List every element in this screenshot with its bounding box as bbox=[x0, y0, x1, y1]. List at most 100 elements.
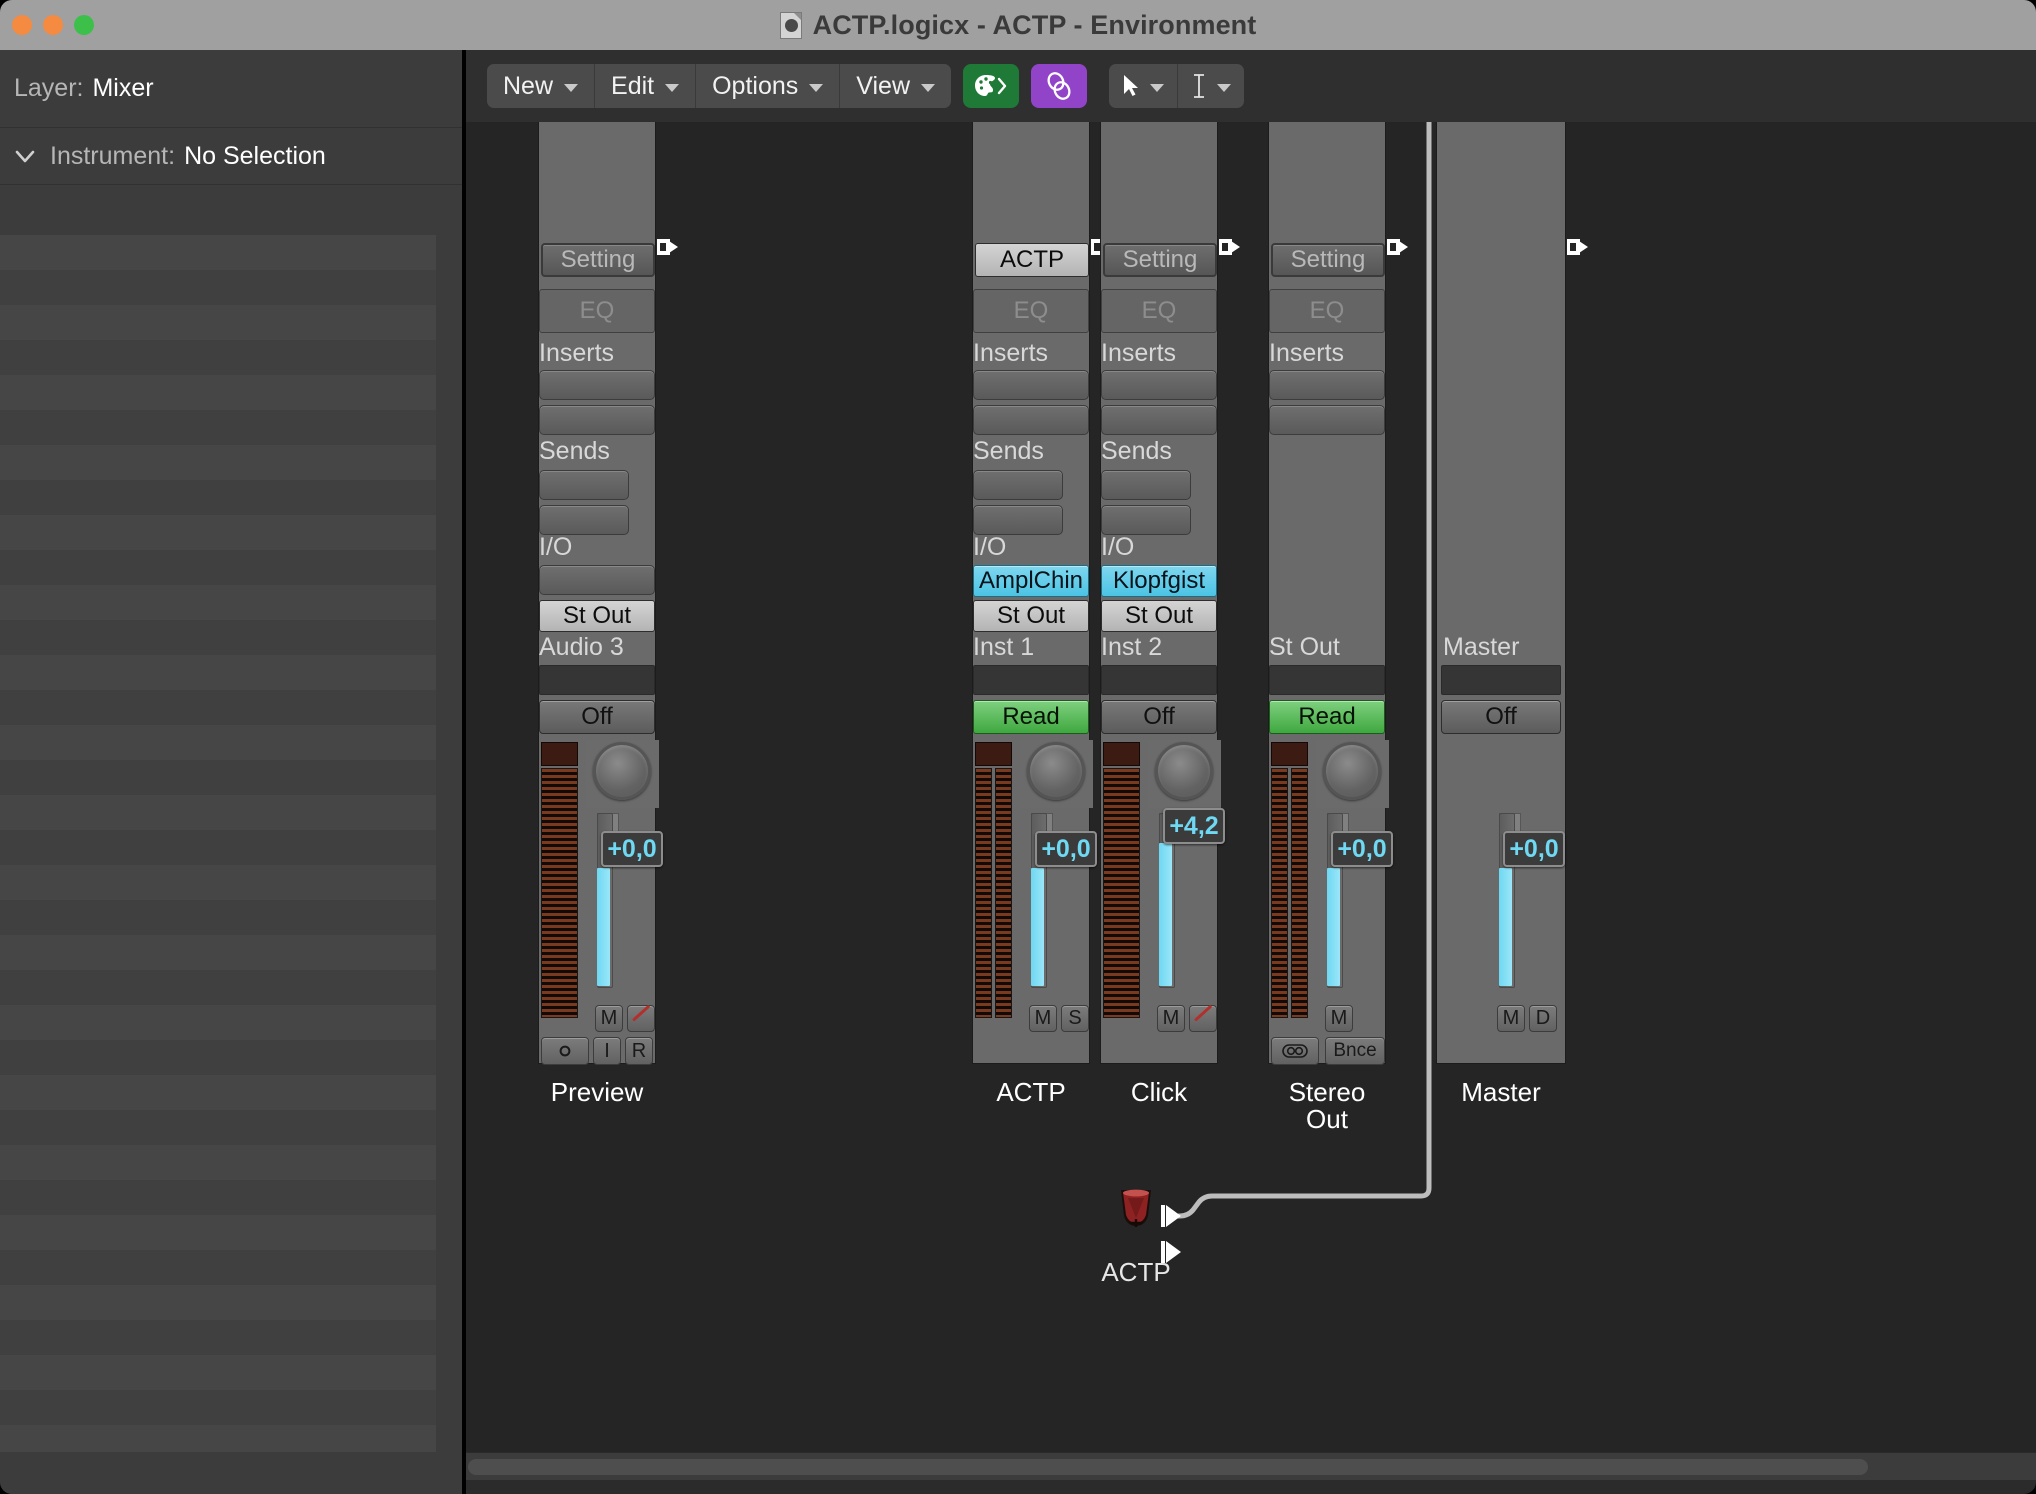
master-mute-button[interactable]: M bbox=[1497, 1005, 1525, 1032]
stereoout-name-slot[interactable] bbox=[1269, 665, 1385, 695]
stereoout-mute-button[interactable]: M bbox=[1325, 1005, 1353, 1032]
layer-value[interactable]: Mixer bbox=[92, 74, 153, 103]
stereoout-automation-button[interactable]: Read bbox=[1269, 700, 1385, 734]
actp-setting-button[interactable]: ACTP bbox=[975, 243, 1089, 277]
inspector-empty-row bbox=[0, 900, 436, 935]
pointer-tool-cell[interactable] bbox=[1109, 64, 1179, 108]
preview-mute-button[interactable]: M bbox=[595, 1005, 623, 1032]
close-button[interactable] bbox=[12, 15, 32, 35]
actp-fader-value[interactable]: +0,0 bbox=[1035, 831, 1097, 867]
click-output-button[interactable]: St Out bbox=[1101, 600, 1217, 632]
instrument-label: Instrument: bbox=[50, 141, 176, 170]
click-insert-slot-1[interactable] bbox=[1101, 370, 1217, 400]
click-name-slot[interactable] bbox=[1101, 665, 1217, 695]
preview-output-button[interactable]: St Out bbox=[539, 600, 655, 632]
actp-pan-knob[interactable] bbox=[1027, 742, 1085, 800]
actp-solo-button[interactable]: S bbox=[1061, 1005, 1089, 1032]
preview-input-slot[interactable] bbox=[539, 565, 655, 595]
click-send-slot-2[interactable] bbox=[1101, 505, 1191, 535]
stereoout-bounce-button[interactable]: Bnce bbox=[1325, 1037, 1385, 1065]
preview-record-enable-button[interactable] bbox=[627, 1005, 655, 1032]
preview-eq-button[interactable]: EQ bbox=[539, 289, 655, 333]
actp-mute-button[interactable]: M bbox=[1029, 1005, 1057, 1032]
preview-pan-knob[interactable] bbox=[593, 742, 651, 800]
actp-insert-slot-1[interactable] bbox=[973, 370, 1089, 400]
click-fader-fill bbox=[1159, 843, 1172, 986]
link-chain-icon-button[interactable] bbox=[1031, 64, 1088, 108]
menu-view[interactable]: View bbox=[840, 64, 951, 108]
text-tool-cell[interactable] bbox=[1178, 64, 1244, 108]
actp-send-slot-1[interactable] bbox=[973, 470, 1063, 500]
actp-input-button[interactable]: AmplChin bbox=[973, 565, 1089, 597]
master-fader-value[interactable]: +0,0 bbox=[1503, 831, 1565, 867]
preview-insert-slot-1[interactable] bbox=[539, 370, 655, 400]
window-title: ACTP.logicx - ACTP - Environment bbox=[812, 9, 1257, 40]
click-mute-button[interactable]: M bbox=[1157, 1005, 1185, 1032]
canvas-horizontal-scrollbar[interactable] bbox=[466, 1452, 2036, 1480]
actp-insert-slot-2[interactable] bbox=[973, 405, 1089, 435]
stereoout-level-meter-right bbox=[1291, 768, 1308, 1018]
stereo-pair-icon bbox=[1282, 1044, 1308, 1058]
channel-strip-master[interactable]: Master Off +0,0 M D bbox=[1436, 122, 1588, 1064]
actp-automation-button[interactable]: Read bbox=[973, 700, 1089, 734]
master-name-slot[interactable] bbox=[1441, 665, 1561, 695]
instrument-object-actp-label: ACTP bbox=[1101, 1257, 1171, 1287]
actp-name-slot[interactable] bbox=[973, 665, 1089, 695]
color-palette-icon-button[interactable] bbox=[963, 64, 1020, 108]
click-pan-knob[interactable] bbox=[1155, 742, 1213, 800]
preview-fader-value[interactable]: +0,0 bbox=[601, 831, 663, 867]
circle-icon bbox=[559, 1045, 571, 1057]
stereoout-stereo-mode-button[interactable] bbox=[1271, 1037, 1319, 1065]
actp-eq-button[interactable]: EQ bbox=[973, 289, 1089, 333]
menu-edit[interactable]: Edit bbox=[595, 64, 697, 108]
master-output-port-icon[interactable] bbox=[1567, 237, 1588, 255]
actp-object-port-1[interactable] bbox=[1166, 1205, 1181, 1227]
master-automation-button[interactable]: Off bbox=[1441, 700, 1561, 734]
master-dim-button[interactable]: D bbox=[1529, 1005, 1557, 1032]
stereoout-insert-slot-2[interactable] bbox=[1269, 405, 1385, 435]
menu-new[interactable]: New bbox=[487, 64, 596, 108]
preview-automation-button[interactable]: Off bbox=[539, 700, 655, 734]
channel-strip-stereo-out[interactable]: Setting EQ Inserts St Out Read +0,0 M Bn… bbox=[1268, 122, 1408, 1065]
stereoout-insert-slot-1[interactable] bbox=[1269, 370, 1385, 400]
click-fader-value[interactable]: +4,2 bbox=[1163, 808, 1225, 844]
channel-strip-preview[interactable]: Setting EQ Inserts Sends I/O St Out Audi… bbox=[538, 122, 678, 1065]
stereoout-eq-button[interactable]: EQ bbox=[1269, 289, 1385, 333]
instrument-object-actp[interactable] bbox=[1114, 1186, 1158, 1233]
stereoout-setting-button[interactable]: Setting bbox=[1271, 243, 1385, 277]
preview-insert-slot-2[interactable] bbox=[539, 405, 655, 435]
preview-output-port-icon[interactable] bbox=[657, 237, 678, 255]
preview-send-slot-2[interactable] bbox=[539, 505, 629, 535]
instrument-row[interactable]: Instrument: No Selection bbox=[0, 128, 462, 185]
click-eq-button[interactable]: EQ bbox=[1101, 289, 1217, 333]
click-automation-button[interactable]: Off bbox=[1101, 700, 1217, 734]
click-record-enable-button[interactable] bbox=[1189, 1005, 1217, 1032]
chevron-down-icon[interactable] bbox=[10, 141, 40, 171]
preview-input-monitor-button[interactable] bbox=[541, 1037, 589, 1065]
preview-name-slot[interactable] bbox=[539, 665, 655, 695]
stereoout-pan-knob[interactable] bbox=[1323, 742, 1381, 800]
canvas-hscroll-thumb[interactable] bbox=[468, 1459, 1868, 1475]
click-insert-slot-2[interactable] bbox=[1101, 405, 1217, 435]
click-send-slot-1[interactable] bbox=[1101, 470, 1191, 500]
preview-record-button[interactable]: R bbox=[625, 1037, 653, 1065]
actp-send-slot-2[interactable] bbox=[973, 505, 1063, 535]
preview-instrument-button[interactable]: I bbox=[593, 1037, 621, 1065]
menu-options[interactable]: Options bbox=[696, 64, 841, 108]
click-input-button[interactable]: Klopfgist bbox=[1101, 565, 1217, 597]
click-setting-button[interactable]: Setting bbox=[1103, 243, 1217, 277]
actp-output-button[interactable]: St Out bbox=[973, 600, 1089, 632]
traffic-light-controls bbox=[12, 0, 94, 50]
logic-document-icon bbox=[779, 11, 802, 39]
minimize-button[interactable] bbox=[43, 15, 63, 35]
channel-strip-actp[interactable]: ACTP EQ Inserts Sends I/O AmplChin St Ou… bbox=[972, 122, 1112, 1064]
preview-setting-button[interactable]: Setting bbox=[541, 243, 655, 277]
stereoout-output-port-icon[interactable] bbox=[1387, 237, 1408, 255]
preview-send-slot-1[interactable] bbox=[539, 470, 629, 500]
layer-row[interactable]: Layer: Mixer bbox=[0, 50, 462, 128]
stereoout-fader-value[interactable]: +0,0 bbox=[1331, 831, 1393, 867]
click-output-port-icon[interactable] bbox=[1219, 237, 1240, 255]
zoom-button[interactable] bbox=[74, 15, 94, 35]
environment-canvas[interactable]: Setting EQ Inserts Sends I/O St Out Audi… bbox=[466, 122, 2036, 1452]
channel-strip-click[interactable]: Setting EQ Inserts Sends I/O Klopfgist S… bbox=[1100, 122, 1240, 1064]
